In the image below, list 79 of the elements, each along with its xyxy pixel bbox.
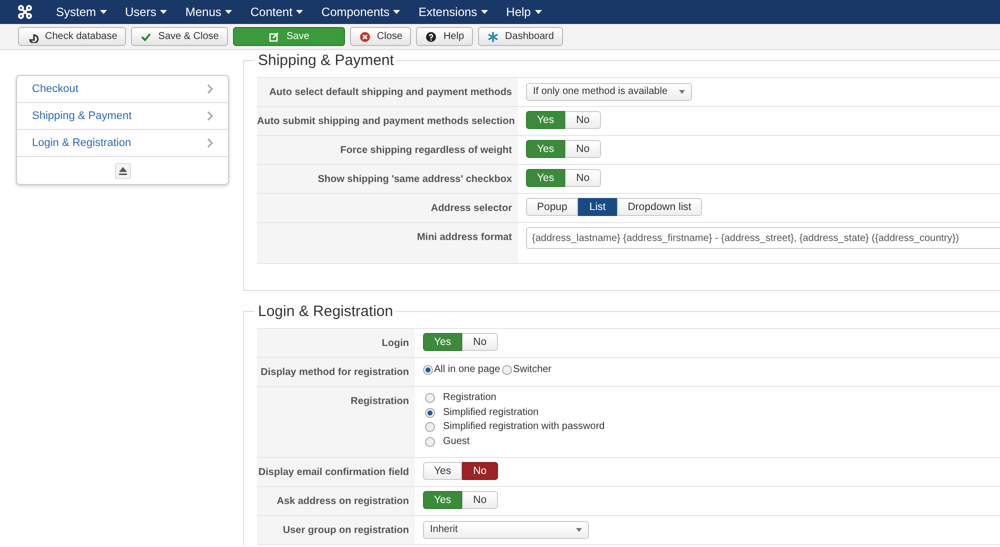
caret-icon bbox=[679, 90, 685, 94]
option-label: Switcher bbox=[513, 363, 552, 377]
collapse-button[interactable] bbox=[114, 162, 130, 178]
field-label: Auto select default shipping and payment methods bbox=[269, 87, 512, 98]
caret-icon bbox=[225, 10, 232, 14]
menu-item[interactable]: Content bbox=[250, 3, 304, 21]
radio-button[interactable] bbox=[425, 436, 435, 447]
toolbar-button[interactable]: Save bbox=[232, 27, 345, 46]
field-label: Display email confirmation field bbox=[258, 467, 409, 478]
toggle-option[interactable]: No bbox=[565, 140, 601, 158]
toggle-option[interactable]: Yes bbox=[423, 333, 462, 351]
toggle-option[interactable]: Dropdown list bbox=[616, 198, 702, 216]
menu-item[interactable]: Extensions bbox=[418, 3, 488, 21]
toggle-option[interactable]: No bbox=[462, 333, 498, 351]
field-label: Login bbox=[382, 338, 409, 349]
option-label: Simplified registration with password bbox=[443, 420, 605, 434]
toggle-option[interactable]: No bbox=[462, 491, 498, 509]
field-label: User group on registration bbox=[282, 525, 409, 536]
chevron-right-icon bbox=[207, 84, 213, 94]
caret-icon bbox=[296, 10, 304, 14]
sidebar-item[interactable]: Checkout bbox=[17, 76, 228, 103]
radio-button[interactable] bbox=[423, 365, 433, 375]
field-label: Ask address on registration bbox=[276, 496, 409, 507]
chevron-right-icon bbox=[207, 138, 213, 148]
field-label: Mini address format bbox=[416, 232, 512, 243]
radio-button[interactable] bbox=[502, 365, 512, 375]
caret-icon bbox=[576, 528, 582, 532]
text-field[interactable]: {address_lastname} {address_firstname} - {address_street}, {address_state} ({address_country}) bbox=[526, 227, 1000, 249]
field-label: Auto submit shipping and payment methods selection bbox=[257, 116, 515, 127]
edit-icon bbox=[268, 30, 280, 42]
toolbar-button[interactable]: Dashboard bbox=[478, 27, 563, 46]
menu-item[interactable]: System bbox=[56, 3, 108, 21]
sidebar-item[interactable]: Shipping & Payment bbox=[17, 103, 228, 130]
dropdown[interactable]: If only one method is available bbox=[526, 83, 692, 101]
option-label: All in one page bbox=[434, 363, 500, 377]
menu-item[interactable]: Help bbox=[506, 3, 542, 21]
toggle-option[interactable]: Yes bbox=[526, 140, 566, 158]
field-label: Show shipping 'same address' checkbox bbox=[318, 174, 512, 185]
toggle-option[interactable]: No bbox=[565, 111, 601, 129]
field-label: Address selector bbox=[430, 203, 512, 214]
toolbar-button[interactable]: Check database bbox=[18, 27, 126, 46]
option-label: Guest bbox=[443, 434, 470, 449]
toggle-option[interactable]: List bbox=[578, 198, 617, 216]
sidebar-item[interactable]: Login & Registration bbox=[17, 130, 228, 157]
toolbar-button[interactable]: Save & Close bbox=[131, 27, 228, 46]
chevron-right-icon bbox=[207, 111, 213, 121]
menu-item[interactable]: Menus bbox=[185, 3, 232, 21]
section-title: Login & Registration bbox=[254, 303, 396, 321]
toolbar-button[interactable]: Help bbox=[416, 27, 474, 46]
toggle-option[interactable]: Yes bbox=[423, 462, 462, 480]
toggle-option[interactable]: No bbox=[462, 462, 498, 480]
field-label: Force shipping regardless of weight bbox=[340, 145, 512, 156]
toggle-option[interactable]: Yes bbox=[526, 111, 566, 129]
asterisk-icon bbox=[487, 30, 500, 42]
radio-button[interactable] bbox=[425, 408, 435, 418]
toggle-option[interactable]: Popup bbox=[526, 198, 578, 216]
menu-item[interactable]: Components bbox=[321, 3, 400, 21]
field-label: Display method for registration bbox=[260, 367, 409, 378]
radio-button[interactable] bbox=[425, 422, 435, 432]
eject-icon bbox=[118, 166, 126, 174]
section-title: Shipping & Payment bbox=[254, 52, 396, 70]
check-icon bbox=[140, 30, 152, 42]
caret-icon bbox=[100, 10, 108, 14]
toggle-option[interactable]: No bbox=[565, 169, 601, 187]
toggle-option[interactable]: Yes bbox=[526, 169, 566, 187]
help-icon bbox=[425, 30, 438, 42]
toolbar-button[interactable]: Close bbox=[350, 27, 412, 46]
field-label: Registration bbox=[350, 396, 409, 407]
toggle-option[interactable]: Yes bbox=[423, 491, 462, 509]
caret-icon bbox=[534, 10, 542, 14]
close-icon bbox=[358, 30, 371, 42]
caret-icon bbox=[481, 10, 488, 14]
radio-button[interactable] bbox=[425, 393, 435, 404]
menu-item[interactable]: Users bbox=[125, 3, 168, 21]
caret-icon bbox=[160, 10, 168, 14]
option-label: Registration bbox=[443, 391, 496, 406]
dropdown[interactable]: Inherit bbox=[423, 521, 589, 539]
caret-icon bbox=[393, 10, 400, 14]
option-label: Simplified registration bbox=[443, 406, 539, 420]
